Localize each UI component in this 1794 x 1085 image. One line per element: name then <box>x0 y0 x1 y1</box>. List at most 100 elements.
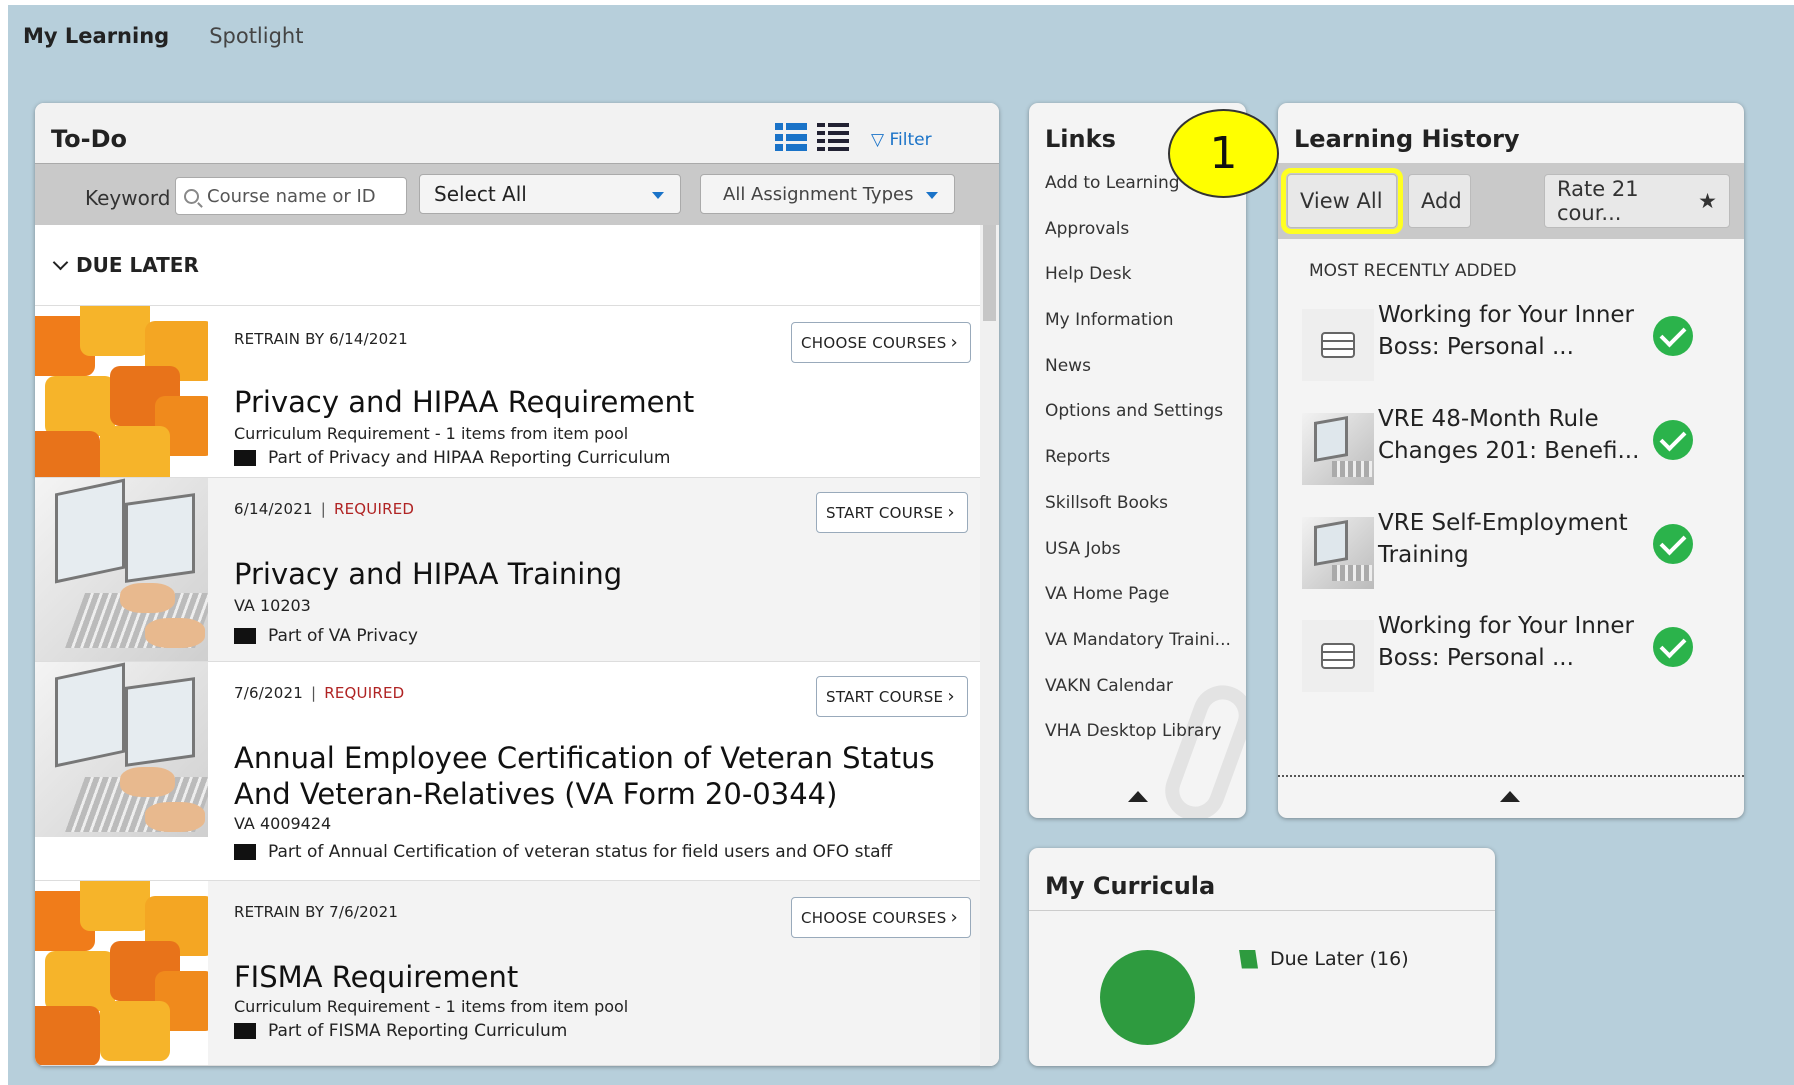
links-list: Add to Learning Approvals Help Desk My I… <box>1045 173 1231 767</box>
keyword-label: Keyword <box>85 186 171 210</box>
chevron-down-icon <box>52 254 69 270</box>
stack-icon <box>1302 620 1374 692</box>
rate-courses-button[interactable]: Rate 21 cour... ★ <box>1544 174 1730 228</box>
todo-title: To-Do <box>51 125 128 153</box>
compact-list-view-icon[interactable] <box>817 123 849 151</box>
check-circle-icon <box>1653 420 1693 460</box>
item-subtitle: Curriculum Requirement - 1 items from it… <box>234 424 629 443</box>
item-part-of: Part of Annual Certification of veteran … <box>234 842 892 862</box>
folder-icon <box>234 450 256 466</box>
folder-icon <box>234 1023 256 1039</box>
rate-label: Rate 21 cour... <box>1557 177 1639 225</box>
check-circle-icon <box>1653 316 1693 356</box>
item-due-meta: RETRAIN BY 7/6/2021 <box>234 903 399 921</box>
link-news[interactable]: News <box>1045 356 1231 402</box>
legend-label: Due Later (16) <box>1270 948 1409 970</box>
history-toolbar: View All Add Rate 21 cour... ★ <box>1278 163 1744 239</box>
required-label: REQUIRED <box>333 500 415 518</box>
link-my-information[interactable]: My Information <box>1045 310 1231 356</box>
view-toggle <box>775 123 849 151</box>
link-help-desk[interactable]: Help Desk <box>1045 264 1231 310</box>
filter-label: Filter <box>889 130 932 150</box>
view-all-button[interactable]: View All <box>1281 168 1403 234</box>
link-options-settings[interactable]: Options and Settings <box>1045 401 1231 447</box>
learning-history-title: Learning History <box>1294 125 1520 153</box>
item-subtitle: VA 4009424 <box>234 814 332 833</box>
item-title[interactable]: Annual Employee Certification of Veteran… <box>234 740 954 812</box>
stack-icon <box>1302 309 1374 381</box>
links-title: Links <box>1045 125 1116 153</box>
collapse-up-icon[interactable] <box>1128 791 1148 802</box>
start-course-button[interactable]: START COURSE › <box>816 676 968 717</box>
link-va-mandatory-training[interactable]: VA Mandatory Traini... <box>1045 630 1231 676</box>
filter-bar: Keyword Course name or ID Select All All… <box>35 163 999 225</box>
chart-legend[interactable]: Due Later (16) <box>1239 948 1409 970</box>
check-circle-icon <box>1653 627 1693 667</box>
chevron-right-icon: › <box>950 332 959 353</box>
item-title[interactable]: Privacy and HIPAA Training <box>234 556 622 592</box>
todo-list: DUE LATER RETRAIN BY 6/14/2021 CHOOSE CO… <box>35 225 980 1066</box>
keyword-search-input[interactable]: Course name or ID <box>175 177 407 215</box>
history-item-title: VRE 48-Month Rule Changes 201: Benefi... <box>1378 406 1640 464</box>
choose-courses-button[interactable]: CHOOSE COURSES › <box>791 322 972 363</box>
check-circle-icon <box>1653 524 1693 564</box>
assignment-type-value: All Assignment Types <box>723 183 914 205</box>
link-vha-desktop-library[interactable]: VHA Desktop Library <box>1045 721 1231 767</box>
assignment-type-dropdown[interactable]: All Assignment Types <box>700 174 955 214</box>
learning-history-panel: Learning History View All Add Rate 21 co… <box>1278 103 1744 818</box>
select-all-value: Select All <box>434 182 527 206</box>
history-item[interactable]: VRE Self-Employment Training <box>1302 507 1722 589</box>
divider <box>1029 910 1495 911</box>
todo-header: To-Do ▽ Filter <box>35 103 999 163</box>
link-usa-jobs[interactable]: USA Jobs <box>1045 539 1231 585</box>
link-skillsoft-books[interactable]: Skillsoft Books <box>1045 493 1231 539</box>
caret-down-icon <box>926 192 938 199</box>
link-vakn-calendar[interactable]: VAKN Calendar <box>1045 676 1231 722</box>
top-tabs: My Learning Spotlight <box>23 22 303 50</box>
due-later-group-header[interactable]: DUE LATER <box>35 225 980 306</box>
todo-item: RETRAIN BY 7/6/2021 CHOOSE COURSES › FISM… <box>35 881 980 1066</box>
funnel-icon: ▽ <box>871 130 885 150</box>
my-curricula-panel: My Curricula Due Later (16) <box>1029 848 1495 1066</box>
scrollbar-thumb[interactable] <box>983 225 996 321</box>
choose-courses-button[interactable]: CHOOSE COURSES › <box>791 897 972 938</box>
todo-scrollbar[interactable] <box>980 225 999 1066</box>
link-approvals[interactable]: Approvals <box>1045 219 1231 265</box>
computer-thumbnail <box>35 662 208 837</box>
filter-button[interactable]: ▽ Filter <box>871 130 932 150</box>
history-item[interactable]: VRE 48-Month Rule Changes 201: Benefi... <box>1302 403 1722 485</box>
puzzle-thumbnail <box>35 306 208 477</box>
pie-slice-due-later[interactable] <box>1100 950 1195 1045</box>
item-due-meta: 7/6/2021 | REQUIRED <box>234 684 405 702</box>
link-reports[interactable]: Reports <box>1045 447 1231 493</box>
history-item[interactable]: Working for Your Inner Boss: Personal ..… <box>1302 299 1722 381</box>
tab-spotlight[interactable]: Spotlight <box>209 22 303 50</box>
item-title[interactable]: FISMA Requirement <box>234 959 518 995</box>
chevron-right-icon: › <box>950 907 959 928</box>
item-part-of: Part of VA Privacy <box>234 626 418 646</box>
todo-panel: To-Do ▽ Filter Keyword Course name or ID… <box>35 103 999 1066</box>
select-all-dropdown[interactable]: Select All <box>419 174 681 214</box>
computer-icon <box>1302 517 1374 589</box>
search-icon <box>184 188 199 204</box>
group-label: DUE LATER <box>76 253 199 277</box>
item-due-meta: 6/14/2021 | REQUIRED <box>234 500 415 518</box>
tab-my-learning[interactable]: My Learning <box>23 22 169 50</box>
start-course-button[interactable]: START COURSE › <box>816 492 968 533</box>
collapse-up-icon[interactable] <box>1500 791 1520 802</box>
add-button[interactable]: Add <box>1408 174 1471 228</box>
history-item[interactable]: Working for Your Inner Boss: Personal ..… <box>1302 610 1722 692</box>
chevron-right-icon: › <box>947 502 955 523</box>
item-title[interactable]: Privacy and HIPAA Requirement <box>234 384 694 420</box>
item-part-of: Part of Privacy and HIPAA Reporting Curr… <box>234 448 670 468</box>
required-label: REQUIRED <box>324 684 405 702</box>
link-va-home-page[interactable]: VA Home Page <box>1045 584 1231 630</box>
caret-down-icon <box>652 192 664 199</box>
star-icon: ★ <box>1698 189 1717 213</box>
todo-item: 7/6/2021 | REQUIRED START COURSE › Annual E… <box>35 662 980 881</box>
computer-icon <box>1302 413 1374 485</box>
puzzle-thumbnail <box>35 881 208 1065</box>
list-view-icon[interactable] <box>775 123 807 151</box>
links-panel: Links Add to Learning Approvals Help Des… <box>1029 103 1246 818</box>
item-subtitle: Curriculum Requirement - 1 items from it… <box>234 997 629 1016</box>
